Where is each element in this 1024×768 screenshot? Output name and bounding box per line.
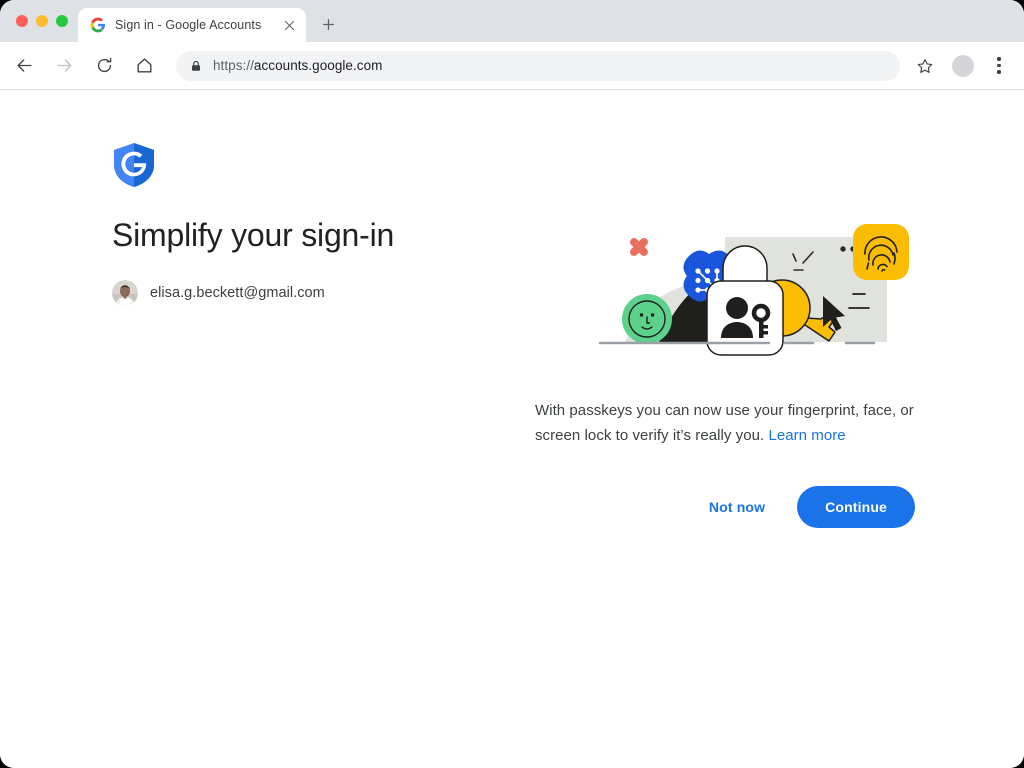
blurb-text: With passkeys you can now use your finge… — [535, 398, 933, 448]
right-column: With passkeys you can now use your finge… — [535, 220, 935, 528]
three-dot-menu-icon[interactable] — [986, 53, 1012, 79]
google-shield-icon — [112, 142, 156, 188]
plus-icon[interactable] — [314, 10, 342, 38]
profile-avatar-icon[interactable] — [952, 55, 974, 77]
page-title: Simplify your sign-in — [112, 216, 512, 254]
green-smiley-circle — [622, 294, 672, 344]
window-close-button[interactable] — [16, 15, 28, 27]
menu-dot — [997, 70, 1000, 73]
url-scheme: https:// — [213, 58, 254, 73]
window-controls — [12, 0, 78, 42]
address-bar-url: https://accounts.google.com — [213, 58, 382, 73]
window-minimize-button[interactable] — [36, 15, 48, 27]
account-row[interactable]: elisa.g.beckett@gmail.com — [112, 280, 512, 306]
learn-more-link[interactable]: Learn more — [768, 427, 845, 444]
close-icon[interactable] — [280, 16, 298, 34]
browser-window: Sign in - Google Accounts — [0, 0, 1024, 768]
menu-dot — [997, 57, 1000, 60]
page-content: Simplify your sign-in — [0, 90, 1024, 768]
browser-tab[interactable]: Sign in - Google Accounts — [78, 8, 306, 42]
reload-icon[interactable] — [88, 50, 120, 82]
left-column: Simplify your sign-in — [112, 142, 512, 306]
continue-button[interactable]: Continue — [797, 486, 915, 528]
arrow-left-icon[interactable] — [8, 50, 40, 82]
tab-strip: Sign in - Google Accounts — [0, 0, 1024, 42]
orange-fingerprint-badge — [853, 224, 909, 280]
home-icon[interactable] — [128, 50, 160, 82]
tab-title: Sign in - Google Accounts — [115, 18, 271, 32]
star-icon[interactable] — [910, 51, 940, 81]
blurb-line-1: With passkeys you can now use your finge… — [535, 402, 896, 419]
url-host: accounts.google.com — [254, 58, 383, 73]
not-now-button[interactable]: Not now — [699, 490, 775, 524]
lock-icon — [190, 60, 202, 72]
arrow-right-icon[interactable] — [48, 50, 80, 82]
menu-dot — [997, 64, 1000, 67]
content-wrapper: Simplify your sign-in — [0, 90, 1024, 768]
window-maximize-button[interactable] — [56, 15, 68, 27]
passkeys-illustration — [597, 220, 937, 370]
google-g-icon — [90, 17, 106, 33]
avatar — [112, 280, 138, 306]
red-x-icon — [628, 236, 649, 257]
browser-toolbar: https://accounts.google.com — [0, 42, 1024, 90]
address-bar[interactable]: https://accounts.google.com — [176, 51, 900, 81]
action-buttons: Not now Continue — [535, 486, 915, 528]
account-email: elisa.g.beckett@gmail.com — [150, 285, 325, 301]
